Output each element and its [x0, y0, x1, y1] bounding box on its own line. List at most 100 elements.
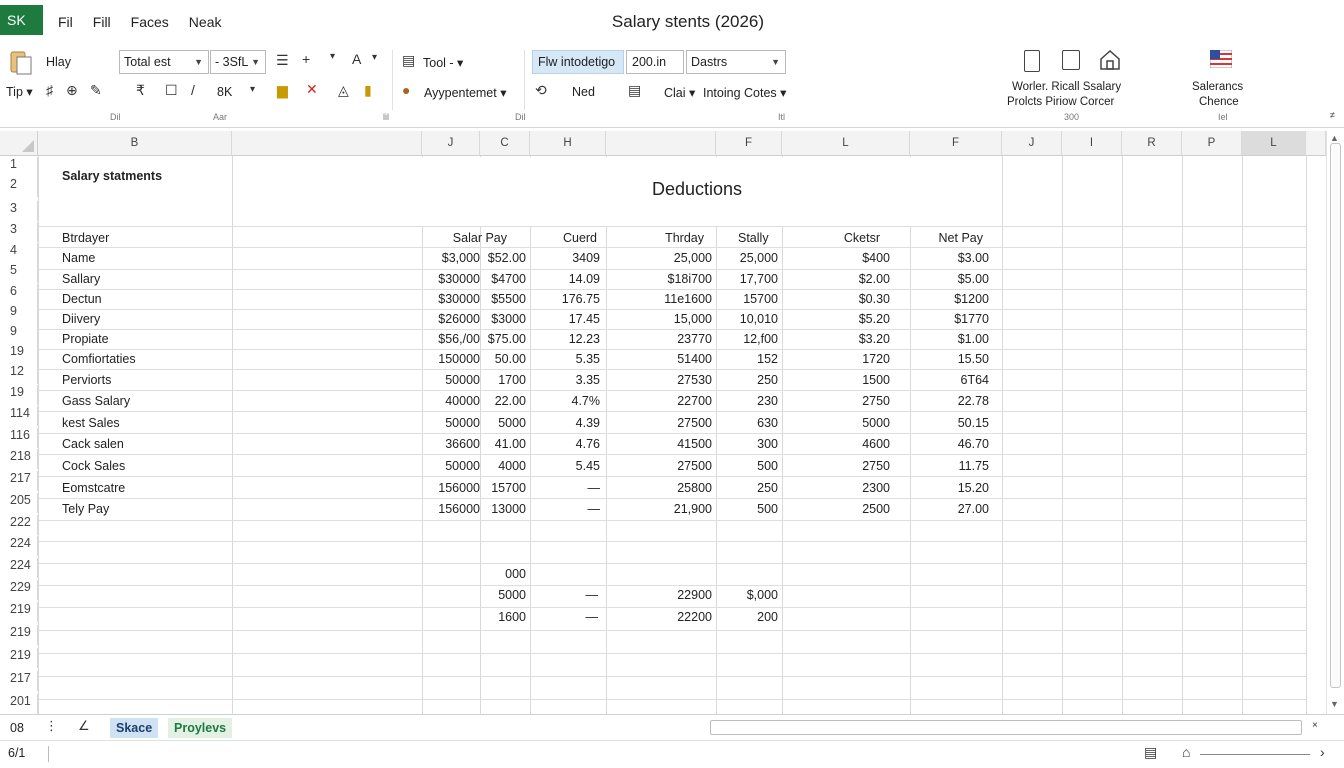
data-cell[interactable]: 41500 [606, 437, 712, 451]
ned-button[interactable]: Ned [572, 85, 595, 99]
data-cell[interactable]: 17.45 [530, 312, 600, 326]
data-cell[interactable]: 5000 [782, 416, 890, 430]
scrollbar-thumb[interactable] [1330, 143, 1341, 688]
extra-cell[interactable]: 22900 [606, 588, 712, 602]
data-cell[interactable]: — [530, 502, 601, 516]
data-cell[interactable]: $5.00 [910, 272, 989, 286]
data-cell[interactable]: 50.15 [910, 416, 989, 430]
extra-cell[interactable]: — [530, 588, 599, 602]
data-cell[interactable]: 21,900 [606, 502, 712, 516]
column-header[interactable]: J [422, 131, 480, 156]
column-header[interactable]: R [1122, 131, 1182, 156]
edit-icon[interactable]: ✎ [90, 82, 102, 99]
zoom-slider[interactable] [1200, 754, 1310, 755]
data-cell[interactable]: 4000 [480, 459, 526, 473]
data-cell[interactable]: 23770 [606, 332, 712, 346]
column-header[interactable] [1306, 131, 1326, 156]
data-cell[interactable]: $30000 [422, 292, 480, 306]
slash-icon[interactable]: / [191, 82, 195, 98]
row-label-cell[interactable]: Perviorts [62, 373, 111, 387]
data-cell[interactable]: 13000 [480, 502, 526, 516]
row-header[interactable]: 1 [0, 157, 38, 177]
data-cell[interactable]: 10,010 [716, 312, 778, 326]
data-cell[interactable]: 12.23 [530, 332, 600, 346]
appointment-dropdown[interactable]: Ayypentemet ▾ [424, 85, 506, 100]
normal-view-icon[interactable]: ▤ [1144, 744, 1157, 761]
data-cell[interactable]: 22700 [606, 394, 712, 408]
data-cell[interactable]: 50000 [422, 459, 480, 473]
data-cell[interactable]: 50000 [422, 373, 480, 387]
data-cell[interactable]: $56,/00 [422, 332, 480, 346]
data-cell[interactable]: $2.00 [782, 272, 890, 286]
data-cell[interactable]: 12,f00 [716, 332, 778, 346]
data-cell[interactable]: 27.00 [910, 502, 989, 516]
data-cell[interactable]: 36600 [422, 437, 480, 451]
column-header[interactable]: H [530, 131, 606, 156]
row-header[interactable]: 222 [0, 515, 38, 535]
column-header[interactable]: F [716, 131, 782, 156]
align-icon[interactable]: ☰ [276, 52, 289, 69]
tool-dropdown[interactable]: Tool - ▾ [423, 55, 463, 70]
row-label-cell[interactable]: Cack salen [62, 437, 124, 451]
data-cell[interactable]: 15.50 [910, 352, 989, 366]
row-label-cell[interactable]: Tely Pay [62, 502, 109, 516]
data-cell[interactable]: 5.45 [530, 459, 600, 473]
data-cell[interactable]: $26000 [422, 312, 480, 326]
data-cell[interactable]: 152 [716, 352, 778, 366]
column-header[interactable]: J [1002, 131, 1062, 156]
data-cell[interactable]: 4.39 [530, 416, 600, 430]
data-cell[interactable]: $4700 [480, 272, 526, 286]
data-cell[interactable]: 4600 [782, 437, 890, 451]
row-label-cell[interactable]: Name [62, 251, 95, 265]
row-header[interactable]: 116 [0, 428, 38, 448]
extra-cell[interactable]: — [530, 610, 599, 624]
column-header[interactable]: F [910, 131, 1002, 156]
data-cell[interactable]: 15.20 [910, 481, 989, 495]
data-cell[interactable]: 156000 [422, 481, 480, 495]
row-header[interactable]: 219 [0, 648, 38, 668]
row-header[interactable]: 6 [0, 284, 38, 304]
name-box[interactable]: Flw intodetigo [532, 50, 624, 74]
column-header[interactable]: L [1242, 131, 1306, 156]
plus-icon[interactable]: + [302, 51, 310, 67]
column-header[interactable]: I [1062, 131, 1122, 156]
data-cell[interactable]: 5.35 [530, 352, 600, 366]
header-employee[interactable]: Btrdayer [62, 231, 109, 245]
font-size-small[interactable]: 8K [217, 85, 232, 99]
data-cell[interactable]: $75.00 [480, 332, 526, 346]
data-cell[interactable]: 46.70 [910, 437, 989, 451]
scroll-up-icon[interactable]: ▲ [1330, 133, 1339, 143]
filter-icon[interactable]: ▤ [628, 82, 641, 99]
data-cell[interactable]: 6T64 [910, 373, 990, 387]
row-header[interactable]: 19 [0, 385, 38, 405]
data-cell[interactable]: 3.35 [530, 373, 600, 387]
row-label-cell[interactable]: Cock Sales [62, 459, 125, 473]
row-header[interactable]: 3 [0, 201, 38, 221]
data-cell[interactable]: $1770 [910, 312, 989, 326]
right-group-label-1[interactable]: Worler. Ricall Ssalary [1012, 81, 1121, 93]
vertical-scrollbar[interactable]: ▲ ▼ [1326, 131, 1344, 714]
data-cell[interactable]: 15700 [480, 481, 526, 495]
row-label-cell[interactable]: Propiate [62, 332, 109, 346]
data-cell[interactable]: 27500 [606, 459, 712, 473]
data-cell[interactable]: 176.75 [530, 292, 600, 306]
row-header[interactable]: 224 [0, 558, 38, 578]
data-cell[interactable]: $1200 [910, 292, 989, 306]
report-icon[interactable] [1062, 50, 1080, 70]
highlight-icon[interactable]: ▆ [277, 82, 288, 99]
dates-select[interactable]: Dastrs ▼ [686, 50, 786, 74]
column-header[interactable] [606, 131, 716, 156]
data-cell[interactable]: 156000 [422, 502, 480, 516]
hash-icon[interactable]: ♯ [46, 82, 53, 98]
data-cell[interactable]: $3,000 [422, 251, 480, 265]
row-header[interactable]: 9 [0, 324, 38, 344]
flag-label-2[interactable]: Chence [1199, 96, 1239, 108]
row-label-cell[interactable]: Sallary [62, 272, 100, 286]
data-cell[interactable]: $0.30 [782, 292, 890, 306]
row-header[interactable]: 12 [0, 364, 38, 384]
row-label-cell[interactable]: Gass Salary [62, 394, 130, 408]
zoom-field[interactable]: 200.in [626, 50, 684, 74]
data-cell[interactable]: 630 [716, 416, 778, 430]
data-cell[interactable]: 22.00 [480, 394, 526, 408]
row-header[interactable]: 219 [0, 625, 38, 645]
